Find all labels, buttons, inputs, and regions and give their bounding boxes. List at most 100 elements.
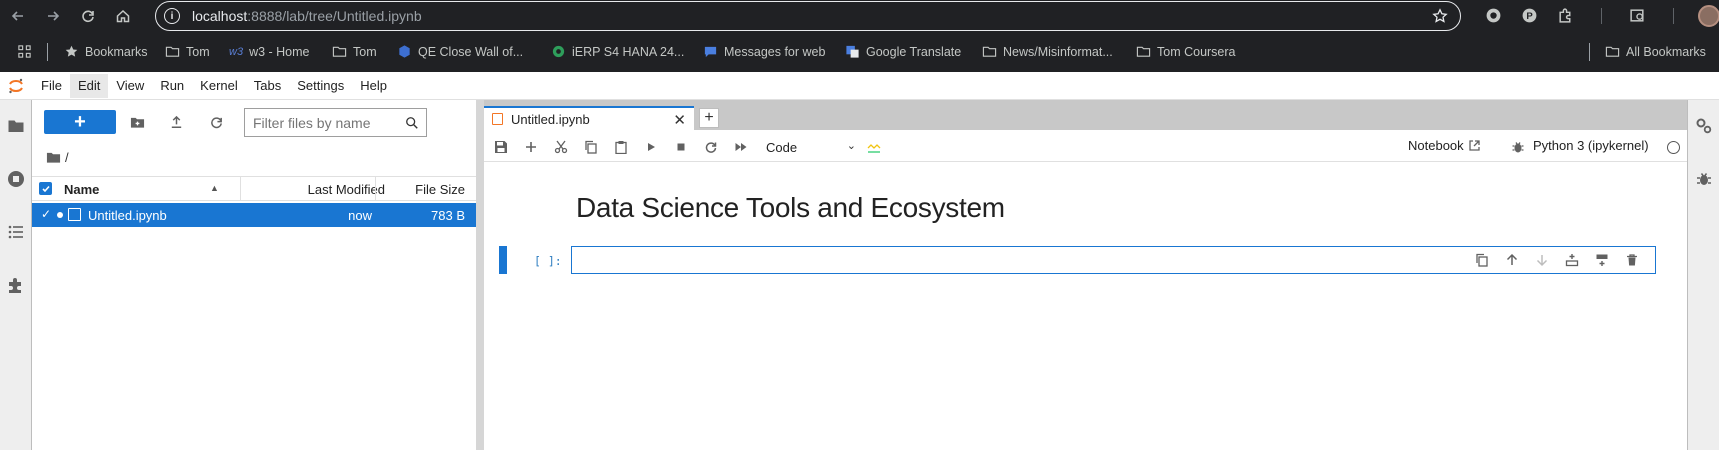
- paste-button[interactable]: [609, 137, 633, 157]
- fast-forward-icon: [735, 143, 747, 151]
- bookmark-w3-home[interactable]: w3 w3 - Home: [229, 31, 310, 72]
- bookmark-label: Messages for web: [724, 44, 826, 59]
- jupyter-logo-icon: [0, 72, 32, 100]
- folder-icon: [332, 46, 347, 57]
- breadcrumb-root[interactable]: /: [65, 150, 69, 165]
- back-button[interactable]: [0, 0, 35, 31]
- all-bookmarks-label: All Bookmarks: [1626, 44, 1706, 59]
- bookmark-folder-tom[interactable]: Tom: [165, 31, 210, 72]
- bookmark-bookmarks[interactable]: Bookmarks: [64, 31, 148, 72]
- apps-grid-icon[interactable]: [17, 31, 38, 72]
- extensions-area: P: [1475, 0, 1719, 31]
- extensions-puzzle-icon[interactable]: [1547, 0, 1583, 31]
- restart-kernel-button[interactable]: [699, 137, 723, 157]
- bookmark-folder-tom-coursera[interactable]: Tom Coursera: [1136, 31, 1236, 72]
- menu-file[interactable]: File: [33, 74, 70, 98]
- reload-button[interactable]: [70, 0, 105, 31]
- all-bookmarks-button[interactable]: All Bookmarks: [1605, 31, 1706, 72]
- site-info-icon[interactable]: i: [164, 8, 180, 24]
- open-notebook-link[interactable]: Notebook: [1408, 138, 1481, 153]
- menu-run[interactable]: Run: [152, 74, 192, 98]
- duplicate-cell-button[interactable]: [1467, 250, 1497, 270]
- filter-files-input[interactable]: [244, 108, 427, 137]
- column-header-last-modified[interactable]: Last Modified: [240, 177, 395, 201]
- panel-splitter[interactable]: [476, 100, 484, 450]
- select-all-checkbox[interactable]: [39, 182, 52, 195]
- code-cell-editor[interactable]: [571, 246, 1656, 274]
- tab-untitled-ipynb[interactable]: Untitled.ipynb ✕: [484, 106, 694, 130]
- running-kernels-tab[interactable]: [0, 163, 32, 195]
- column-header-file-size[interactable]: File Size: [375, 177, 476, 201]
- bookmark-star-icon[interactable]: [1432, 8, 1448, 27]
- extension-icon-1[interactable]: [1475, 0, 1511, 31]
- home-button[interactable]: [105, 0, 140, 31]
- close-icon[interactable]: ✕: [673, 111, 686, 129]
- menu-tabs[interactable]: Tabs: [246, 74, 289, 98]
- bookmarks-bar: Bookmarks Tom w3 w3 - Home Tom QE Close …: [0, 31, 1719, 72]
- forward-button[interactable]: [35, 0, 70, 31]
- bookmark-qe-close-wall[interactable]: QE Close Wall of...: [397, 31, 523, 72]
- bookmark-label: News/Misinformat...: [1003, 44, 1113, 59]
- arrow-left-icon: [11, 10, 23, 21]
- menu-settings[interactable]: Settings: [289, 74, 352, 98]
- file-browser-tab[interactable]: [0, 110, 32, 142]
- copy-button[interactable]: [579, 137, 603, 157]
- checkmark-icon[interactable]: ✓: [41, 207, 51, 221]
- bookmark-ierp[interactable]: iERP S4 HANA 24...: [551, 31, 684, 72]
- debugger-tab[interactable]: [1688, 163, 1719, 195]
- menu-help[interactable]: Help: [352, 74, 395, 98]
- cell-collapser[interactable]: [499, 246, 507, 274]
- insert-cell-button[interactable]: [519, 137, 543, 157]
- new-folder-button[interactable]: [123, 110, 151, 134]
- star-icon: [65, 45, 78, 57]
- menu-kernel[interactable]: Kernel: [192, 74, 246, 98]
- refresh-button[interactable]: [202, 110, 230, 134]
- profile-avatar[interactable]: [1691, 0, 1719, 31]
- search-tabs-icon[interactable]: [1619, 0, 1655, 31]
- folder-icon: [165, 46, 180, 57]
- new-tab-button[interactable]: +: [699, 108, 719, 128]
- bookmark-label: Google Translate: [866, 44, 962, 59]
- separator-icon-2: [1655, 0, 1691, 31]
- folder-icon: [8, 120, 24, 132]
- search-icon: [406, 116, 418, 129]
- site-icon: [552, 45, 565, 58]
- bookmark-messages[interactable]: Messages for web: [703, 31, 825, 72]
- run-cell-button[interactable]: [639, 137, 663, 157]
- extension-icon-2[interactable]: P: [1511, 0, 1547, 31]
- restart-run-all-button[interactable]: [729, 137, 753, 157]
- delete-cell-button[interactable]: [1617, 250, 1647, 270]
- bookmark-folder-tom-2[interactable]: Tom: [332, 31, 377, 72]
- cell-type-select[interactable]: Code ⌄: [766, 137, 856, 157]
- markdown-heading[interactable]: Data Science Tools and Ecosystem: [576, 192, 1005, 224]
- save-button[interactable]: [489, 137, 513, 157]
- trash-icon: [1627, 254, 1637, 266]
- move-cell-up-button[interactable]: [1497, 250, 1527, 270]
- column-header-name[interactable]: Name: [64, 182, 99, 197]
- notebook-file-icon: [68, 208, 81, 221]
- upload-button[interactable]: [162, 110, 190, 134]
- table-of-contents-tab[interactable]: [0, 216, 32, 248]
- extension-manager-tab[interactable]: [0, 269, 32, 301]
- interrupt-kernel-button[interactable]: [669, 137, 693, 157]
- folder-icon[interactable]: [46, 150, 61, 165]
- debugger-button[interactable]: [1506, 137, 1530, 157]
- insert-cell-above-button[interactable]: [1557, 250, 1587, 270]
- move-cell-down-button[interactable]: [1527, 250, 1557, 270]
- filter-files-field[interactable]: [253, 114, 403, 131]
- bookmark-folder-news[interactable]: News/Misinformat...: [982, 31, 1113, 72]
- execution-time-button[interactable]: [862, 137, 886, 157]
- cell-toolbar: [1467, 250, 1647, 270]
- sort-ascending-icon: ▲: [210, 183, 219, 193]
- bookmark-google-translate[interactable]: Google Translate: [845, 31, 961, 72]
- menu-view[interactable]: View: [108, 74, 152, 98]
- address-bar[interactable]: i localhost:8888/lab/tree/Untitled.ipynb: [155, 1, 1461, 31]
- new-launcher-button[interactable]: +: [44, 110, 116, 134]
- refresh-icon: [210, 116, 222, 128]
- cut-button[interactable]: [549, 137, 573, 157]
- kernel-name-button[interactable]: Python 3 (ipykernel): [1533, 138, 1649, 153]
- menu-edit[interactable]: Edit: [69, 73, 109, 98]
- file-row-selected[interactable]: ✓ Untitled.ipynb now 783 B: [32, 203, 476, 227]
- insert-cell-below-button[interactable]: [1587, 250, 1617, 270]
- property-inspector-tab[interactable]: [1688, 110, 1719, 142]
